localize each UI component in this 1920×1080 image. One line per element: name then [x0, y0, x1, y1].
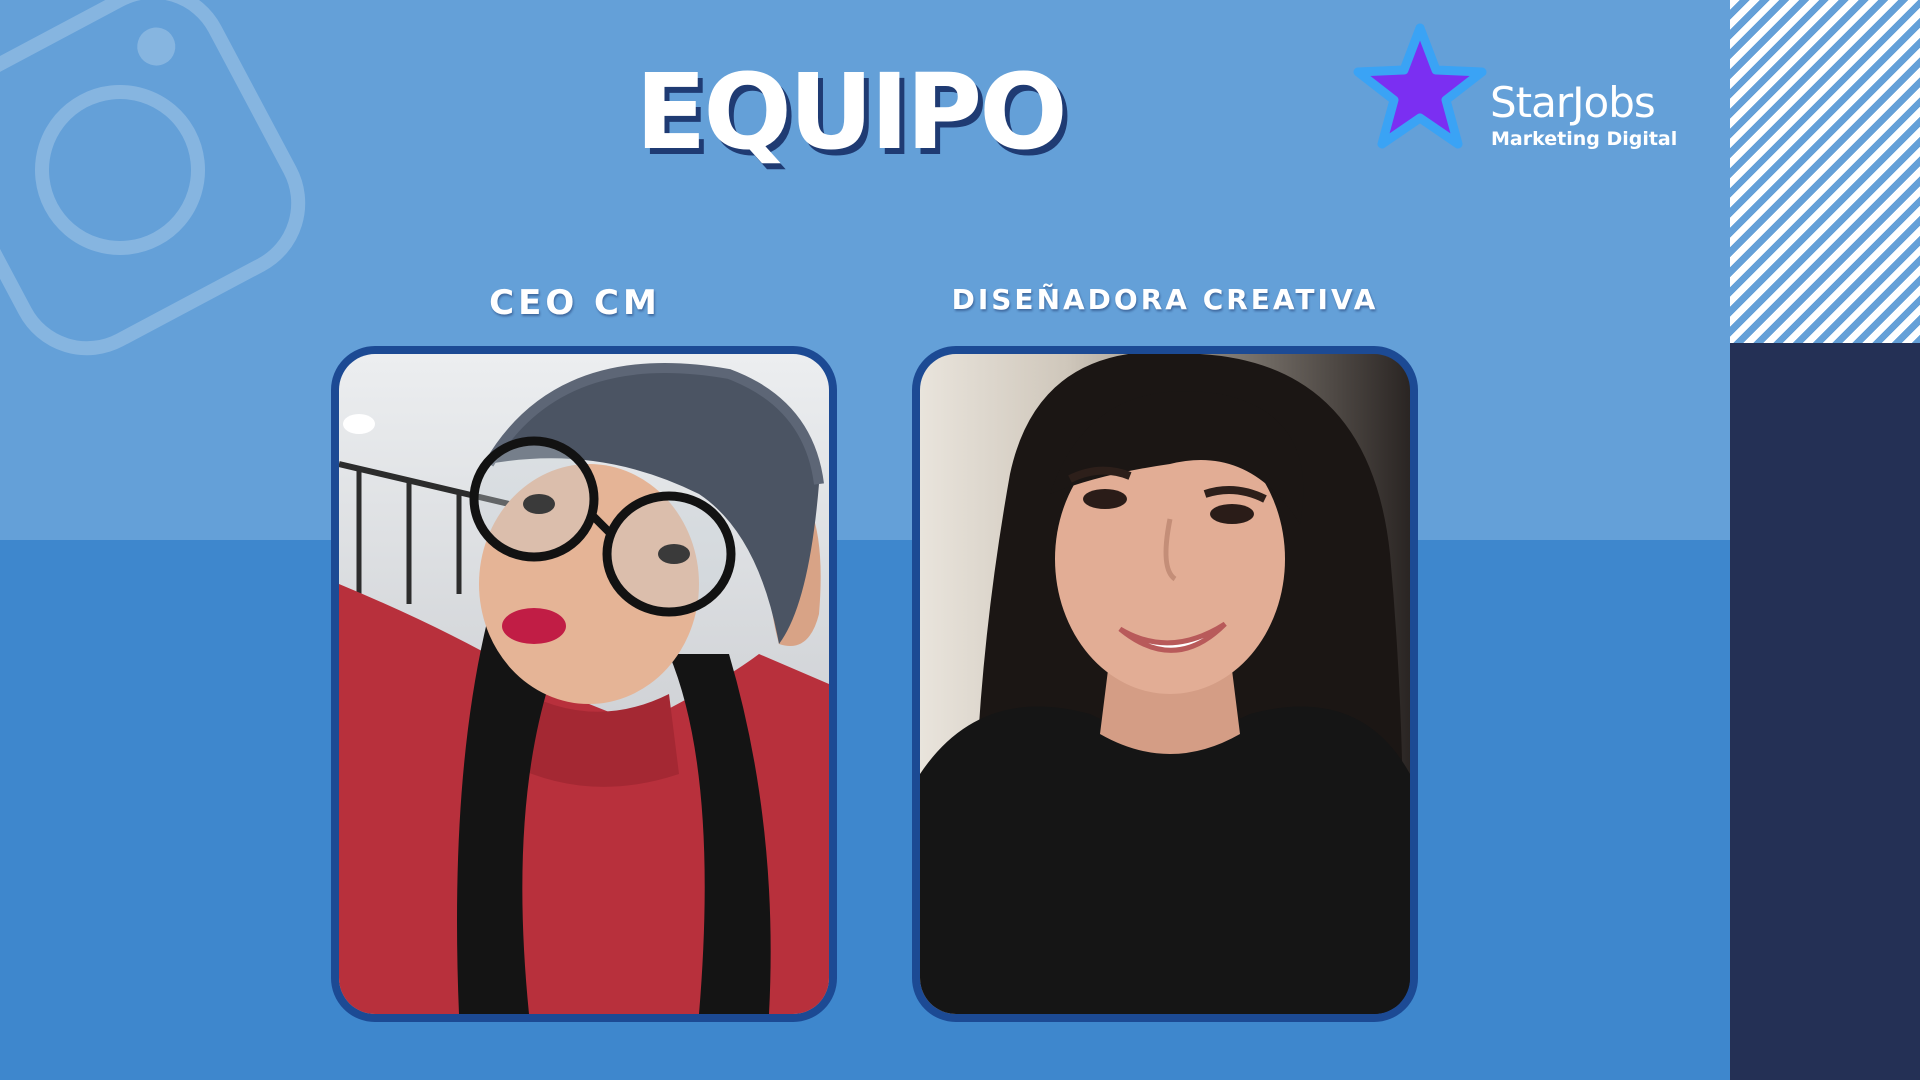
navy-side-panel — [1730, 343, 1920, 1080]
logo-tagline: Marketing Digital — [1491, 128, 1678, 150]
team-member-photo — [912, 346, 1418, 1022]
person-photo — [339, 354, 829, 1014]
logo-name: StarJobs — [1490, 78, 1656, 127]
slide: EQUIPO StarJobs Marketing Digital CEO CM… — [0, 0, 1920, 1080]
star-icon — [1353, 23, 1487, 149]
camera-icon — [0, 0, 306, 356]
team-member-role: CEO CM — [489, 283, 661, 323]
bottom-background-band — [0, 540, 1730, 1080]
starjobs-logo: StarJobs Marketing Digital — [1350, 20, 1690, 170]
striped-corner-decoration — [1730, 0, 1920, 343]
slide-title: EQUIPO — [635, 51, 1067, 173]
team-member-role: DISEÑADORA CREATIVA — [951, 283, 1379, 316]
team-member-photo — [331, 346, 837, 1022]
person-photo — [920, 354, 1410, 1014]
